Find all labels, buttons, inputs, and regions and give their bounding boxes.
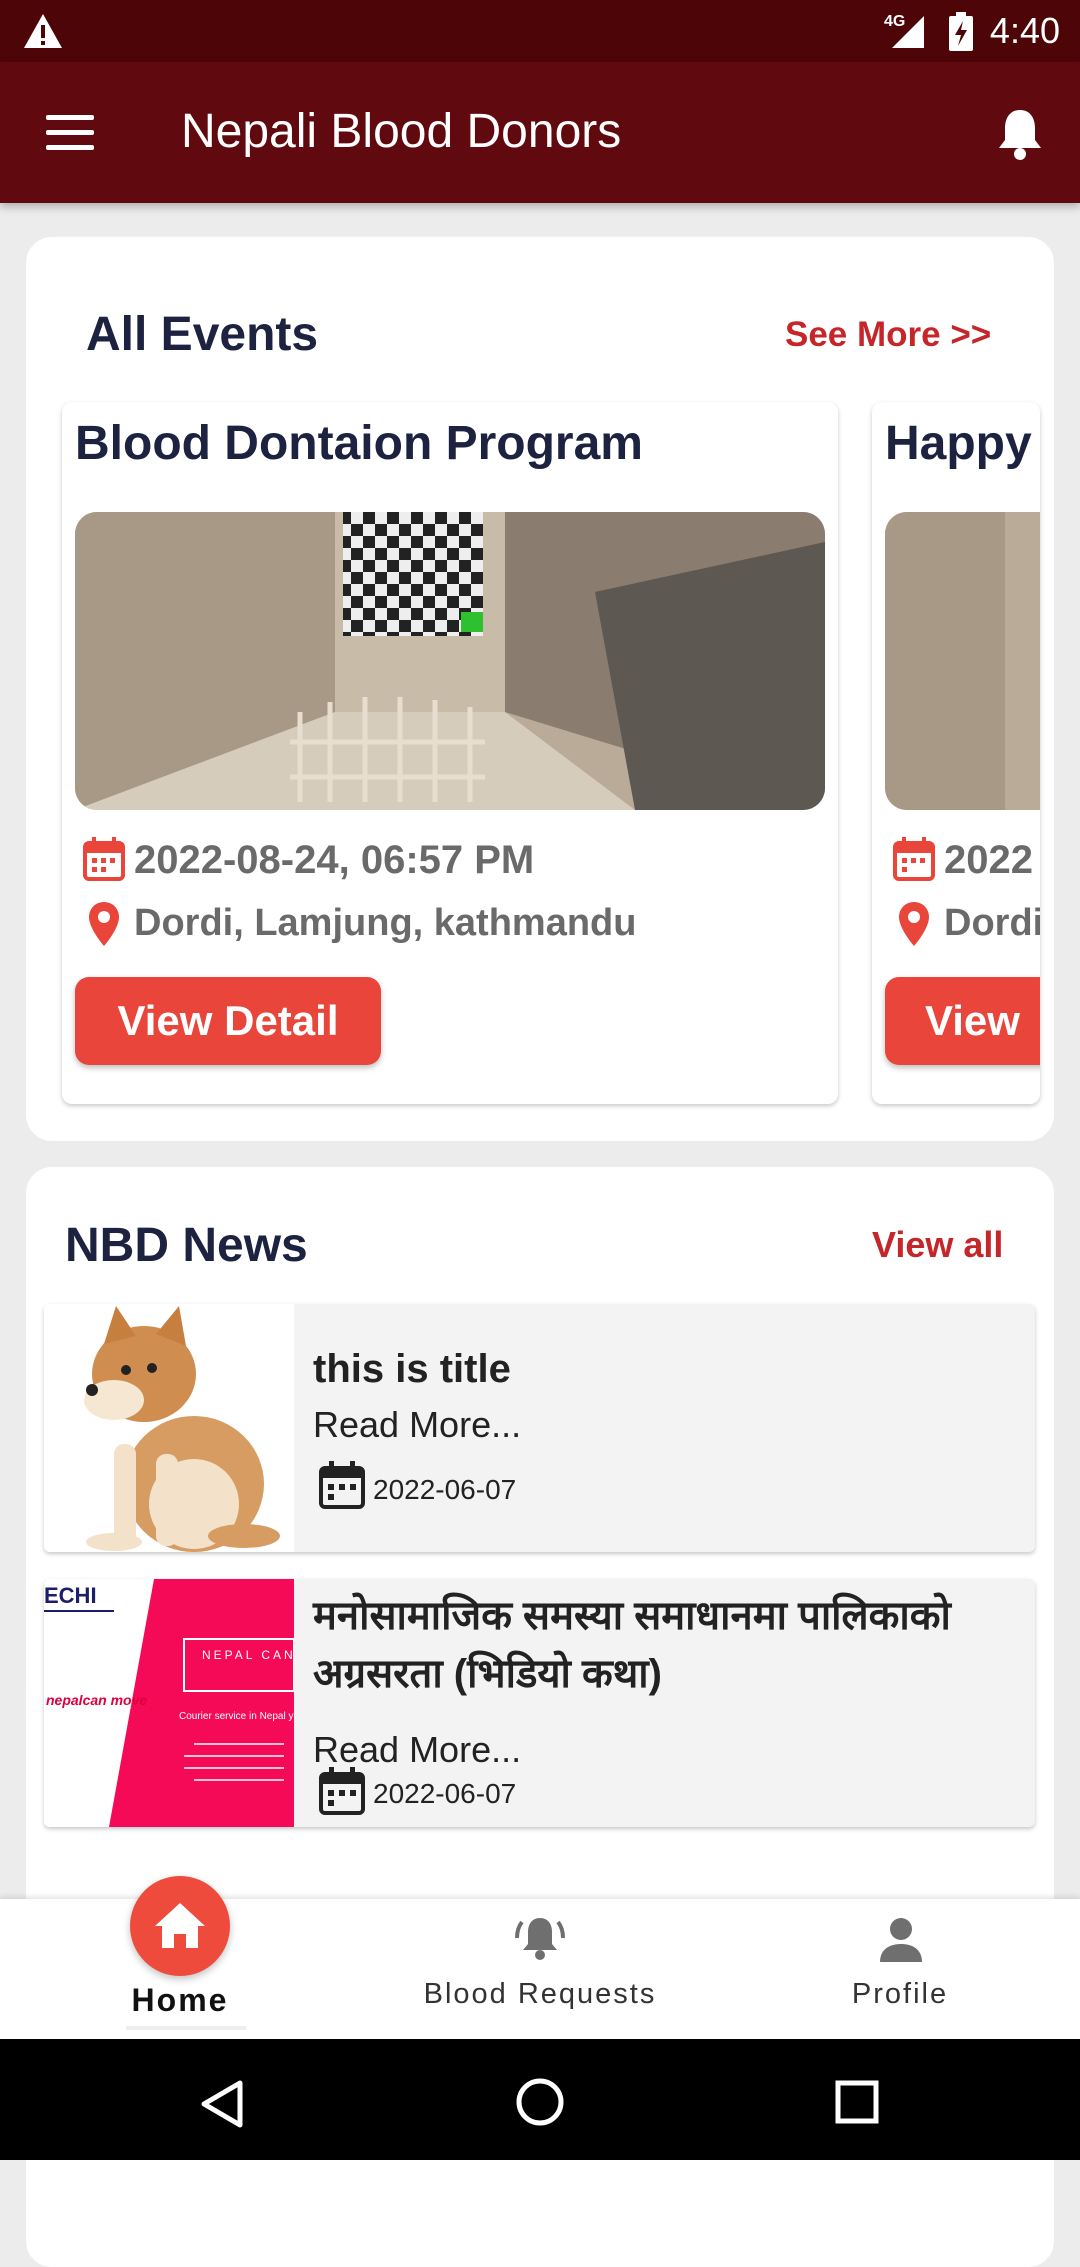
svg-text:ECHI: ECHI xyxy=(44,1583,97,1608)
news-thumbnail: ECHI NEPAL CAN MOVE nepalcan move Courie… xyxy=(44,1579,294,1827)
news-item[interactable]: ECHI NEPAL CAN MOVE nepalcan move Courie… xyxy=(44,1579,1035,1827)
news-thumbnail xyxy=(44,1304,294,1552)
event-card[interactable]: Blood Dontaion Program 2022-08-24, 06:57… xyxy=(62,402,838,1104)
news-heading: NBD News xyxy=(65,1219,308,1272)
view-detail-button[interactable]: View Detail xyxy=(75,977,381,1065)
nav-home-label[interactable]: Home xyxy=(130,1982,230,2019)
see-more-link[interactable]: See More >> xyxy=(785,315,991,355)
read-more-link[interactable]: Read More... xyxy=(313,1404,521,1446)
event-location: Dordi xyxy=(944,902,1040,944)
news-item[interactable]: this is title Read More... 2022-06-07 xyxy=(44,1304,1035,1552)
warning-icon xyxy=(24,14,62,48)
svg-text:Courier service in Nepal you c: Courier service in Nepal you can trust xyxy=(179,1711,294,1722)
location-pin-icon xyxy=(89,902,119,946)
svg-text:nepalcan move: nepalcan move xyxy=(46,1692,147,1708)
event-image xyxy=(75,512,825,810)
home-circle-icon[interactable] xyxy=(515,2077,565,2127)
news-date: 2022-06-07 xyxy=(373,1474,517,1505)
notification-bell-icon[interactable] xyxy=(994,106,1046,162)
view-detail-button[interactable]: View xyxy=(885,977,1040,1065)
recents-icon[interactable] xyxy=(834,2079,880,2125)
svg-text:NEPAL CAN MOVE: NEPAL CAN MOVE xyxy=(202,1648,294,1662)
nav-blood-requests-label[interactable]: Blood Requests xyxy=(390,1978,690,2011)
event-title: Happy xyxy=(885,417,1032,470)
person-icon[interactable] xyxy=(878,1916,924,1964)
nav-profile-label[interactable]: Profile xyxy=(800,1978,1000,2011)
battery-charging-icon xyxy=(949,12,973,51)
status-time: 4:40 xyxy=(989,10,1060,51)
bell-ringing-icon[interactable] xyxy=(514,1912,566,1964)
calendar-icon xyxy=(83,837,125,881)
status-bar: 4G 4:40 xyxy=(0,0,1080,62)
news-title: this is title xyxy=(313,1347,511,1391)
news-date: 2022-06-07 xyxy=(373,1778,517,1809)
calendar-icon xyxy=(893,837,935,881)
event-date: 2022-08-24, 06:57 PM xyxy=(134,838,535,882)
event-title: Blood Dontaion Program xyxy=(75,417,643,470)
event-image xyxy=(885,512,1040,810)
back-icon[interactable] xyxy=(200,2079,246,2129)
app-title: Nepali Blood Donors xyxy=(181,105,622,158)
read-more-link[interactable]: Read More... xyxy=(313,1729,521,1771)
active-indicator xyxy=(126,2026,246,2030)
nav-home-button[interactable] xyxy=(130,1876,230,1976)
location-pin-icon xyxy=(899,902,929,946)
event-location: Dordi, Lamjung, kathmandu xyxy=(134,902,637,944)
view-all-link[interactable]: View all xyxy=(872,1224,1003,1266)
system-nav-bar xyxy=(0,2039,1080,2160)
event-date: 2022 xyxy=(944,838,1033,882)
home-icon xyxy=(155,1903,205,1948)
event-card[interactable]: Happy 2022 Dordi View xyxy=(872,402,1040,1104)
calendar-icon xyxy=(319,1767,365,1815)
events-heading: All Events xyxy=(86,308,319,361)
news-title: मनोसामाजिक समस्या समाधानमा पालिकाको अग्र… xyxy=(313,1594,951,1696)
signal-icon xyxy=(892,16,924,48)
app-bar: Nepali Blood Donors xyxy=(0,62,1080,203)
hamburger-menu-icon[interactable] xyxy=(46,115,94,151)
calendar-icon xyxy=(319,1461,365,1509)
